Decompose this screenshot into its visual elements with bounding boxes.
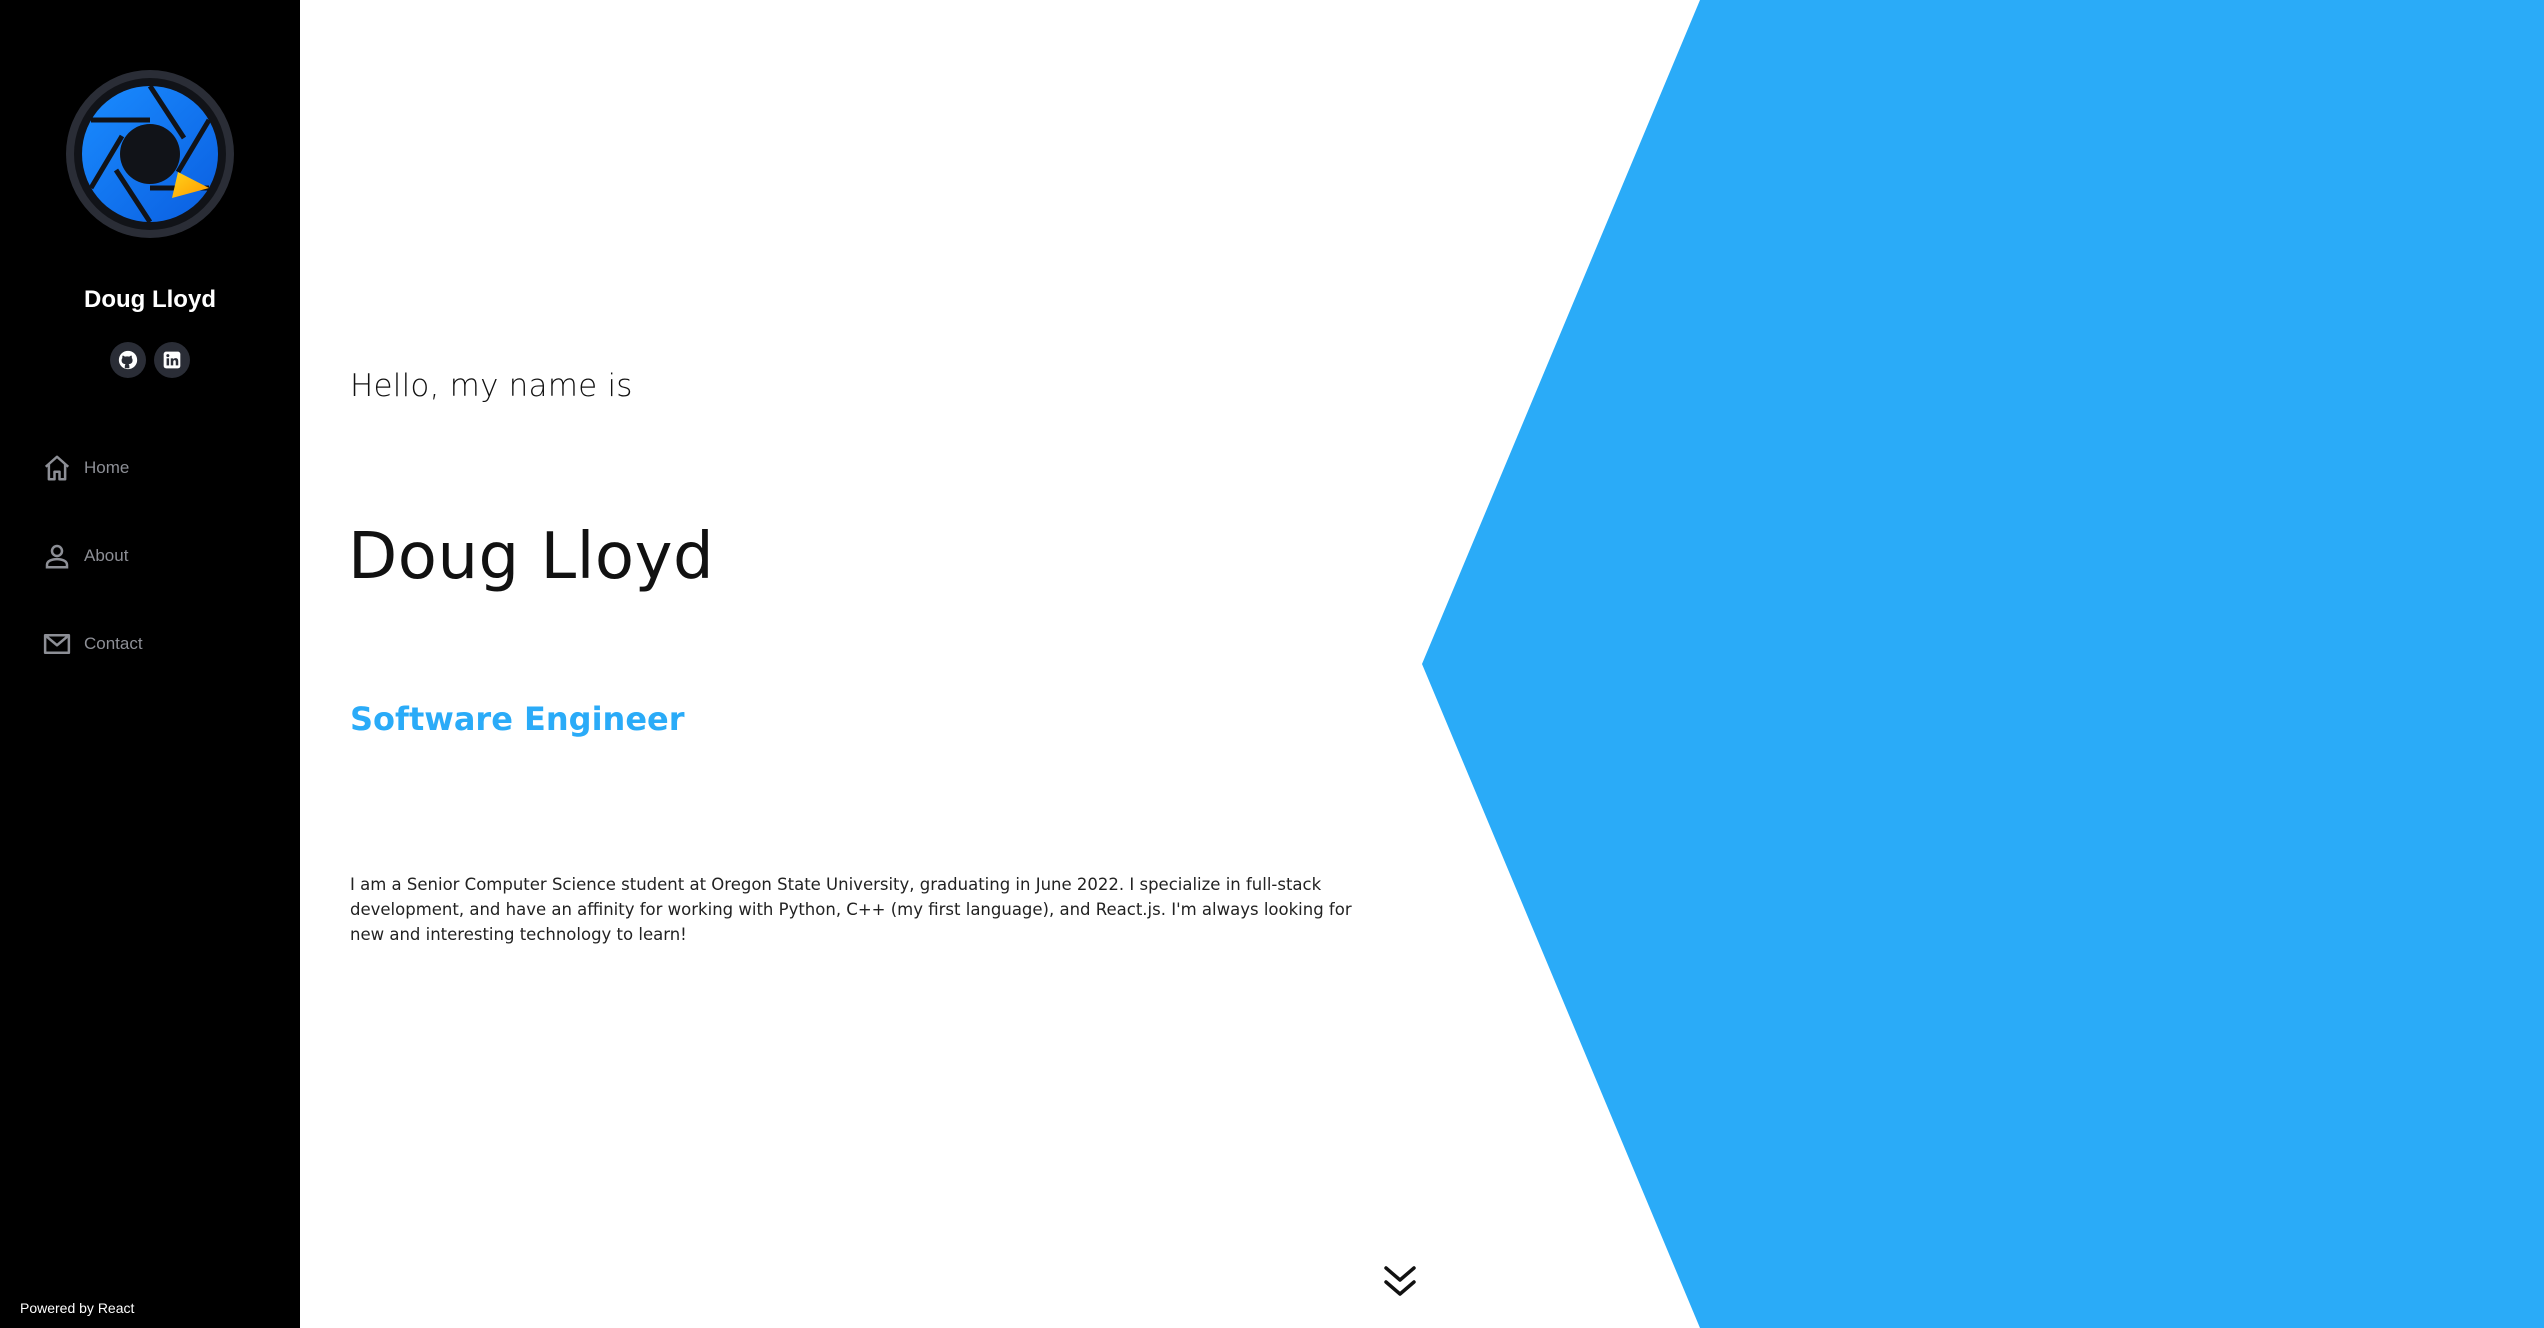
sidebar-name: Doug Lloyd [84, 286, 216, 313]
double-chevron-down-icon[interactable] [1380, 1262, 1420, 1302]
nav-label-home: Home [84, 458, 130, 477]
hero-bio: I am a Senior Computer Science student a… [350, 875, 1352, 944]
linkedin-icon [163, 351, 181, 369]
linkedin-link[interactable] [154, 342, 190, 378]
github-link[interactable] [110, 342, 146, 378]
hero-name: Doug Lloyd [348, 520, 715, 594]
sidebar: Doug Lloyd Home About Contact Powered by… [0, 0, 300, 1328]
nav-item-about[interactable]: About [40, 538, 280, 574]
nav-label-about: About [84, 546, 129, 565]
mail-icon [40, 627, 74, 661]
aperture-logo-icon[interactable] [64, 68, 236, 240]
home-icon [40, 451, 74, 485]
powered-by-label: Powered by React [20, 1300, 135, 1316]
nav-item-contact[interactable]: Contact [40, 626, 280, 662]
person-icon [40, 539, 74, 573]
hero-greeting: Hello, my name is [350, 368, 633, 404]
hero-background-shape [1422, 0, 2544, 1328]
github-icon [118, 350, 138, 370]
nav-item-home[interactable]: Home [40, 450, 280, 486]
nav-label-contact: Contact [84, 634, 143, 653]
hero-role: Software Engineer [350, 700, 685, 738]
